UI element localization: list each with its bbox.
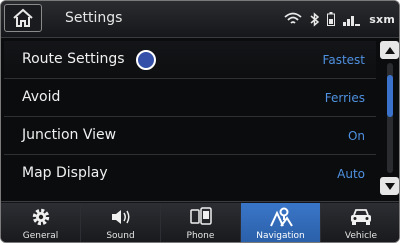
tab-vehicle[interactable]: Vehicle xyxy=(321,203,399,242)
status-bar: Settings sxm xyxy=(1,1,399,38)
bluetooth-icon xyxy=(310,11,320,27)
setting-label: Route Settings xyxy=(22,51,125,67)
tab-label: General xyxy=(22,231,59,241)
tab-sound[interactable]: Sound xyxy=(81,203,161,242)
setting-label: Junction View xyxy=(22,127,117,143)
infotainment-screen: Settings sxm Route Settings Fastest Avoi… xyxy=(0,0,400,243)
arrow-up-icon xyxy=(384,46,395,54)
scroll-up-button[interactable] xyxy=(380,41,399,59)
tab-label: Sound xyxy=(106,231,135,241)
setting-row-junction-view[interactable]: Junction View On xyxy=(4,117,376,155)
sxm-label: sxm xyxy=(369,12,395,26)
gear-icon xyxy=(32,208,49,226)
tab-label: Navigation xyxy=(256,231,305,241)
scroll-thumb[interactable] xyxy=(387,75,393,117)
scroll-track[interactable] xyxy=(387,63,393,173)
tab-general[interactable]: General xyxy=(1,203,81,242)
status-icons: sxm xyxy=(284,8,395,30)
tab-label: Vehicle xyxy=(344,231,378,241)
tab-phone[interactable]: Phone xyxy=(161,203,241,242)
tab-label: Phone xyxy=(186,231,215,241)
home-button[interactable] xyxy=(4,4,42,32)
bottom-tab-bar: General Sound Phone Navigation Vehicle xyxy=(1,201,399,242)
setting-label: Avoid xyxy=(22,89,61,105)
battery-icon xyxy=(327,12,336,26)
scrollbar[interactable] xyxy=(380,41,399,195)
setting-label: Map Display xyxy=(22,165,108,181)
tab-navigation[interactable]: Navigation xyxy=(241,203,321,242)
signal-icon xyxy=(343,16,361,26)
setting-value: Auto xyxy=(337,167,365,181)
setting-row-avoid[interactable]: Avoid Ferries xyxy=(4,79,376,117)
page-title: Settings xyxy=(65,10,123,26)
speaker-icon xyxy=(111,210,129,224)
selection-cursor xyxy=(136,50,156,70)
car-icon xyxy=(351,209,371,225)
settings-list: Route Settings Fastest Avoid Ferries Jun… xyxy=(4,41,376,196)
setting-value: Fastest xyxy=(322,53,365,67)
arrow-down-icon xyxy=(384,182,395,190)
phone-icon xyxy=(189,207,212,225)
wifi-icon xyxy=(284,12,302,24)
setting-row-map-display[interactable]: Map Display Auto xyxy=(4,155,376,193)
setting-value: Ferries xyxy=(324,91,365,105)
home-icon xyxy=(13,8,33,27)
scroll-down-button[interactable] xyxy=(380,177,399,195)
setting-row-route[interactable]: Route Settings Fastest xyxy=(4,41,376,79)
setting-value: On xyxy=(347,129,365,143)
navigation-pin-icon xyxy=(269,207,293,227)
